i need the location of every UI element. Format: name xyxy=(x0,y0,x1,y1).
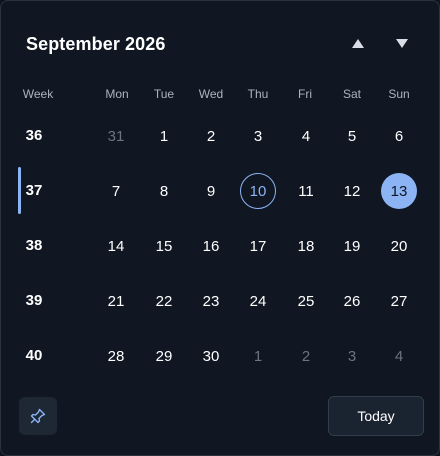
day-cell[interactable]: 9 xyxy=(193,173,229,209)
day-cell[interactable]: 24 xyxy=(240,283,276,319)
week-number: 39 xyxy=(25,292,43,309)
weekday-label: Sun xyxy=(388,87,410,101)
day-cell[interactable]: 26 xyxy=(334,283,370,319)
day-cell[interactable]: 31 xyxy=(98,118,134,154)
day-cell[interactable]: 18 xyxy=(288,228,324,264)
weekday-label: Thu xyxy=(247,87,269,101)
week-number: 40 xyxy=(25,347,43,364)
day-cell[interactable]: 1 xyxy=(146,118,182,154)
day-cell[interactable]: 6 xyxy=(381,118,417,154)
triangle-up-icon xyxy=(352,38,364,48)
day-cell[interactable]: 20 xyxy=(381,228,417,264)
day-cell[interactable]: 25 xyxy=(288,283,324,319)
day-cell[interactable]: 3 xyxy=(240,118,276,154)
week-number: 37 xyxy=(25,182,43,199)
day-cell[interactable]: 11 xyxy=(288,173,324,209)
month-title[interactable]: September 2026 xyxy=(26,34,165,55)
day-cell[interactable]: 3 xyxy=(334,338,370,374)
day-cell[interactable]: 28 xyxy=(98,338,134,374)
next-month-button[interactable] xyxy=(388,31,416,55)
day-cell[interactable]: 17 xyxy=(240,228,276,264)
day-cell[interactable]: 2 xyxy=(193,118,229,154)
day-cell-today[interactable]: 10 xyxy=(240,173,276,209)
day-cell[interactable]: 5 xyxy=(334,118,370,154)
previous-month-button[interactable] xyxy=(344,31,372,55)
today-button[interactable]: Today xyxy=(328,396,424,436)
day-cell[interactable]: 4 xyxy=(288,118,324,154)
day-cell[interactable]: 16 xyxy=(193,228,229,264)
week-column-header: Week xyxy=(22,87,54,101)
calendar-flyout: September 2026 Week Mon Tue Wed Thu Fri Sat Sun… xyxy=(0,0,440,456)
week-number: 38 xyxy=(25,237,43,254)
day-cell[interactable]: 2 xyxy=(288,338,324,374)
day-cell[interactable]: 12 xyxy=(334,173,370,209)
weekday-label: Wed xyxy=(198,87,224,101)
day-cell[interactable]: 19 xyxy=(334,228,370,264)
day-cell[interactable]: 29 xyxy=(146,338,182,374)
day-cell[interactable]: 21 xyxy=(98,283,134,319)
day-cell[interactable]: 4 xyxy=(381,338,417,374)
weekday-label: Mon xyxy=(105,87,129,101)
day-cell[interactable]: 8 xyxy=(146,173,182,209)
pin-icon xyxy=(30,408,46,424)
day-cell[interactable]: 30 xyxy=(193,338,229,374)
week-number: 36 xyxy=(25,127,43,144)
triangle-down-icon xyxy=(396,38,408,48)
day-cell[interactable]: 22 xyxy=(146,283,182,319)
day-cell-selected[interactable]: 13 xyxy=(381,173,417,209)
pin-button[interactable] xyxy=(19,397,57,435)
day-cell[interactable]: 27 xyxy=(381,283,417,319)
day-cell[interactable]: 7 xyxy=(98,173,134,209)
weekday-label: Sat xyxy=(342,87,361,101)
weekday-label: Fri xyxy=(298,87,312,101)
day-cell[interactable]: 1 xyxy=(240,338,276,374)
day-cell[interactable]: 15 xyxy=(146,228,182,264)
weekday-label: Tue xyxy=(153,87,175,101)
day-cell[interactable]: 14 xyxy=(98,228,134,264)
day-cell[interactable]: 23 xyxy=(193,283,229,319)
